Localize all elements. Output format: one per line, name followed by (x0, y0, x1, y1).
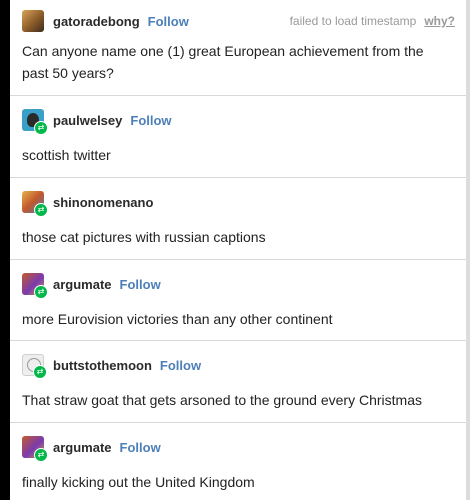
follow-button[interactable]: Follow (120, 440, 161, 455)
reply-username[interactable]: shinonomenano (53, 195, 153, 210)
scrollbar[interactable] (466, 0, 470, 500)
reply-text: scottish twitter (22, 147, 111, 163)
original-post: gatoradebong Follow failed to load times… (10, 0, 467, 96)
follow-button[interactable]: Follow (130, 113, 171, 128)
post-body: Can anyone name one (1) great European a… (22, 43, 424, 81)
reply-text: That straw goat that gets arsoned to the… (22, 392, 422, 408)
user-avatar-icon[interactable]: ⇄ (22, 191, 48, 217)
reply-item: ⇄ argumate Follow more Eurovision victor… (10, 260, 467, 341)
user-avatar-icon[interactable] (22, 10, 44, 32)
reply-item: ⇄ argumate Follow finally kicking out th… (10, 423, 467, 500)
reply-username[interactable]: argumate (53, 440, 112, 455)
user-avatar-icon[interactable]: ⇄ (22, 436, 48, 462)
reply-text: those cat pictures with russian captions (22, 229, 266, 245)
follow-button[interactable]: Follow (148, 14, 189, 29)
reblog-icon: ⇄ (33, 365, 47, 379)
reblog-icon: ⇄ (34, 203, 48, 217)
reply-text: finally kicking out the United Kingdom (22, 474, 255, 490)
reply-item: ⇄ paulwelsey Follow scottish twitter (10, 96, 467, 178)
why-link[interactable]: why? (424, 14, 455, 28)
post-username[interactable]: gatoradebong (53, 14, 140, 29)
timestamp-text: failed to load timestamp (289, 14, 417, 28)
reblog-icon: ⇄ (34, 285, 48, 299)
user-avatar-icon[interactable]: ⇄ (22, 354, 47, 379)
user-avatar-icon[interactable]: ⇄ (22, 273, 48, 299)
reply-item: ⇄ shinonomenano those cat pictures with … (10, 178, 467, 260)
reblog-thread: gatoradebong Follow failed to load times… (10, 0, 467, 500)
reply-header: ⇄ paulwelsey Follow (22, 108, 455, 135)
user-avatar-icon[interactable]: ⇄ (22, 109, 48, 135)
follow-button[interactable]: Follow (160, 358, 201, 373)
reply-header: ⇄ argumate Follow (22, 435, 455, 462)
reply-header: ⇄ buttstothemoon Follow (22, 353, 455, 379)
reblog-icon: ⇄ (34, 121, 48, 135)
reply-username[interactable]: argumate (53, 277, 112, 292)
reply-header: ⇄ shinonomenano (22, 190, 455, 217)
reply-username[interactable]: buttstothemoon (53, 358, 152, 373)
reply-header: ⇄ argumate Follow (22, 272, 455, 299)
follow-button[interactable]: Follow (120, 277, 161, 292)
reply-item: ⇄ buttstothemoon Follow That straw goat … (10, 341, 467, 423)
reblog-icon: ⇄ (34, 448, 48, 462)
post-header: gatoradebong Follow failed to load times… (22, 9, 455, 33)
reply-username[interactable]: paulwelsey (53, 113, 122, 128)
reply-text: more Eurovision victories than any other… (22, 311, 333, 327)
